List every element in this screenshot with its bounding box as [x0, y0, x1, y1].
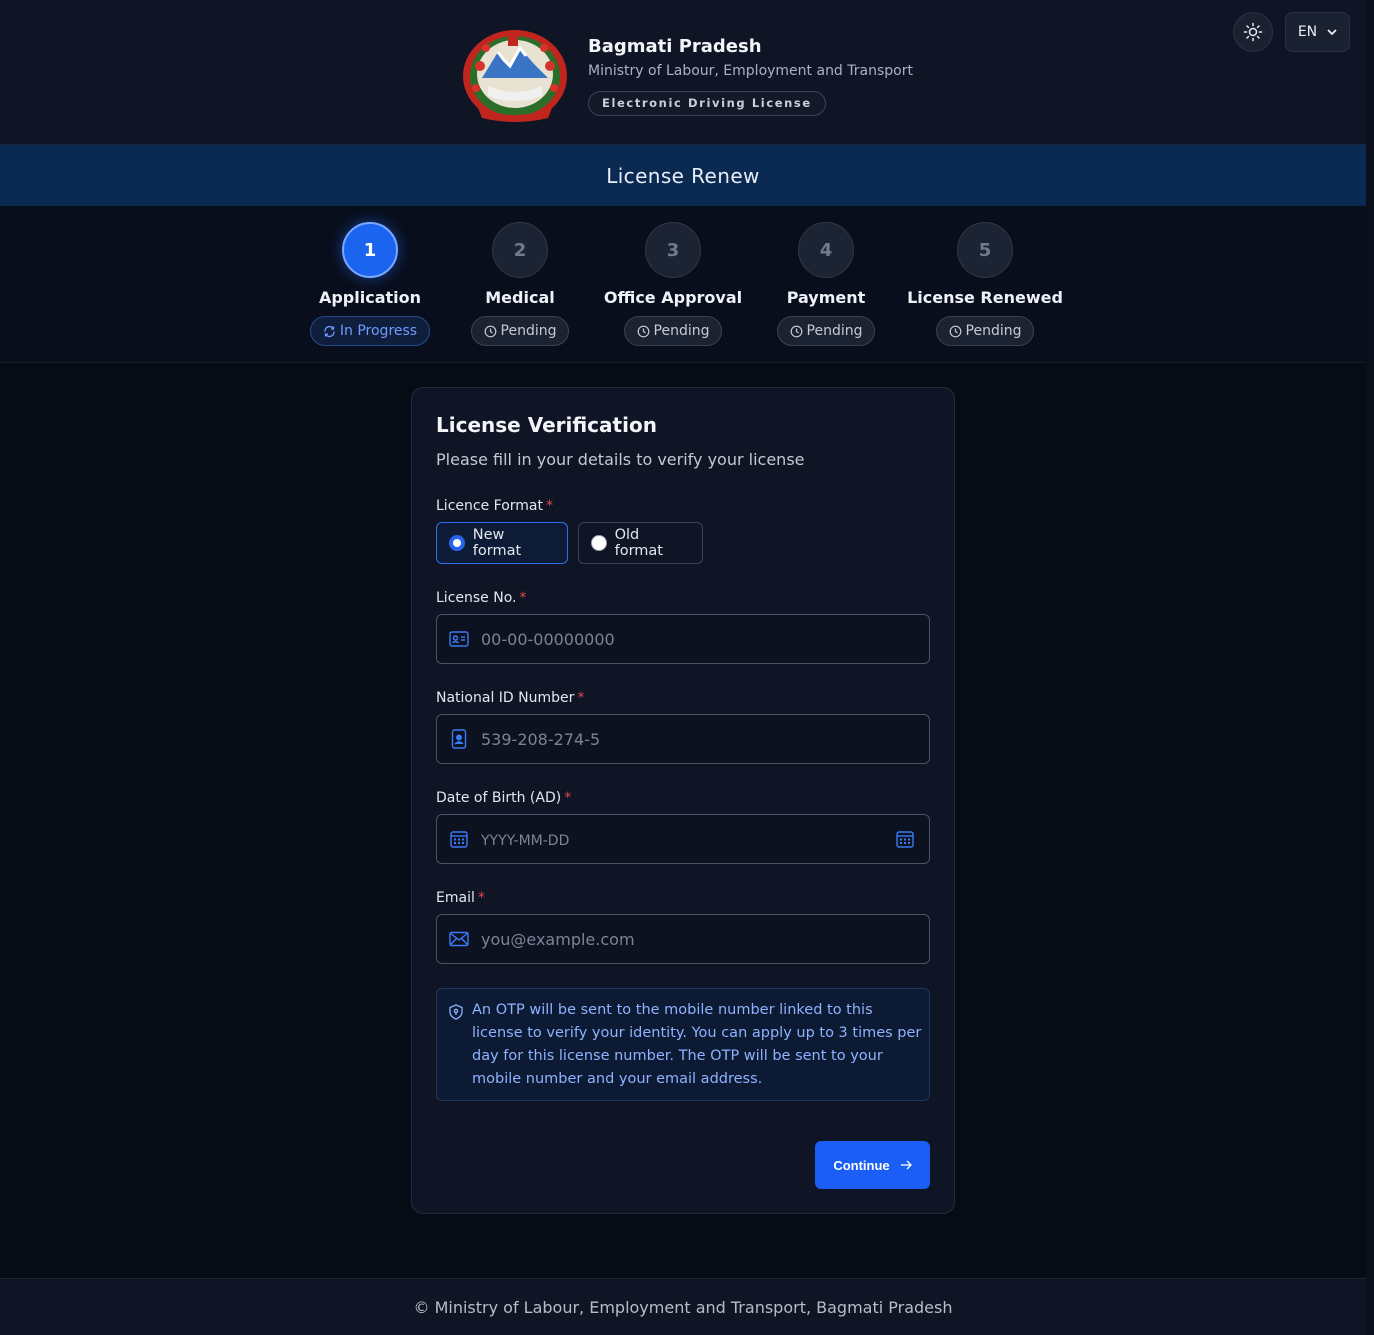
status-badge: Pending — [935, 316, 1035, 346]
status-badge: Pending — [623, 316, 723, 346]
otp-info-text: An OTP will be sent to the mobile number… — [472, 1002, 922, 1087]
license-no-input[interactable] — [481, 629, 929, 649]
email-input[interactable] — [481, 929, 929, 949]
step-label: Medical — [485, 288, 555, 307]
footer-text: © Ministry of Labour, Employment and Tra… — [413, 1297, 953, 1317]
page-title: License Renew — [606, 163, 760, 188]
id-card-icon — [449, 629, 469, 649]
product-pill: Electronic Driving License — [588, 91, 826, 116]
verification-card: License Verification Please fill in your… — [411, 387, 955, 1214]
step-number: 4 — [798, 222, 854, 278]
new-format-radio[interactable]: New format — [436, 522, 568, 564]
brand-subtitle: Ministry of Labour, Employment and Trans… — [588, 63, 913, 79]
step-license-renewed: 5 License Renewed Pending — [900, 206, 1070, 346]
old-format-radio[interactable]: Old format — [578, 522, 703, 564]
step-medical: 2 Medical Pending — [435, 206, 605, 346]
form-title: License Verification — [436, 413, 657, 437]
national-id-label: National ID Number * — [436, 690, 585, 706]
progress-stepper: 1 Application In Progress 2 Medical Pend… — [0, 206, 1366, 363]
step-number: 3 — [645, 222, 701, 278]
radio-indicator — [591, 535, 607, 551]
sun-icon — [1243, 22, 1263, 42]
clock-icon — [484, 325, 496, 337]
clock-icon — [949, 325, 961, 337]
license-no-label: License No. * — [436, 590, 527, 606]
step-label: License Renewed — [907, 288, 1063, 307]
status-badge: Pending — [776, 316, 876, 346]
step-label: Office Approval — [603, 288, 743, 307]
step-label: Payment — [786, 288, 866, 307]
step-payment: 4 Payment Pending — [741, 206, 911, 346]
step-number: 2 — [492, 222, 548, 278]
national-id-input[interactable] — [481, 729, 929, 749]
status-badge: In Progress — [309, 316, 431, 346]
page-banner: License Renew — [0, 145, 1366, 206]
form-subtitle: Please fill in your details to verify yo… — [436, 450, 805, 469]
dob-field[interactable] — [436, 814, 930, 864]
badge-icon — [449, 729, 469, 749]
license-no-field[interactable] — [436, 614, 930, 664]
step-office-approval: 3 Office Approval Pending — [588, 206, 758, 346]
dob-input[interactable] — [481, 829, 895, 849]
nepal-emblem-logo — [463, 30, 567, 122]
clock-icon — [637, 325, 649, 337]
app-footer: © Ministry of Labour, Employment and Tra… — [0, 1278, 1366, 1335]
language-select[interactable]: EN — [1285, 12, 1350, 52]
email-label: Email * — [436, 890, 485, 906]
arrow-right-icon — [900, 1160, 912, 1170]
scrollbar-track[interactable] — [1366, 0, 1374, 1335]
continue-button[interactable]: Continue — [815, 1141, 930, 1189]
step-application: 1 Application In Progress — [285, 206, 455, 346]
clock-icon — [790, 325, 802, 337]
dob-label: Date of Birth (AD) * — [436, 790, 572, 806]
email-field[interactable] — [436, 914, 930, 964]
shield-icon — [449, 1004, 463, 1020]
step-number: 5 — [957, 222, 1013, 278]
national-id-field[interactable] — [436, 714, 930, 764]
app-header: Bagmati Pradesh Ministry of Labour, Empl… — [0, 0, 1366, 145]
calendar-picker-icon[interactable] — [895, 829, 915, 849]
mail-icon — [449, 929, 469, 949]
calendar-icon — [449, 829, 469, 849]
language-value: EN — [1297, 24, 1318, 40]
theme-toggle-button[interactable] — [1233, 12, 1273, 52]
radio-indicator — [449, 535, 465, 551]
step-number: 1 — [342, 222, 398, 278]
step-label: Application — [318, 288, 422, 307]
chevron-down-icon — [1327, 28, 1337, 35]
licence-format-label: Licence Format * — [436, 498, 553, 514]
brand-title: Bagmati Pradesh — [588, 36, 762, 57]
otp-info-note: An OTP will be sent to the mobile number… — [436, 988, 930, 1101]
status-badge: Pending — [470, 316, 570, 346]
refresh-icon — [324, 325, 335, 337]
